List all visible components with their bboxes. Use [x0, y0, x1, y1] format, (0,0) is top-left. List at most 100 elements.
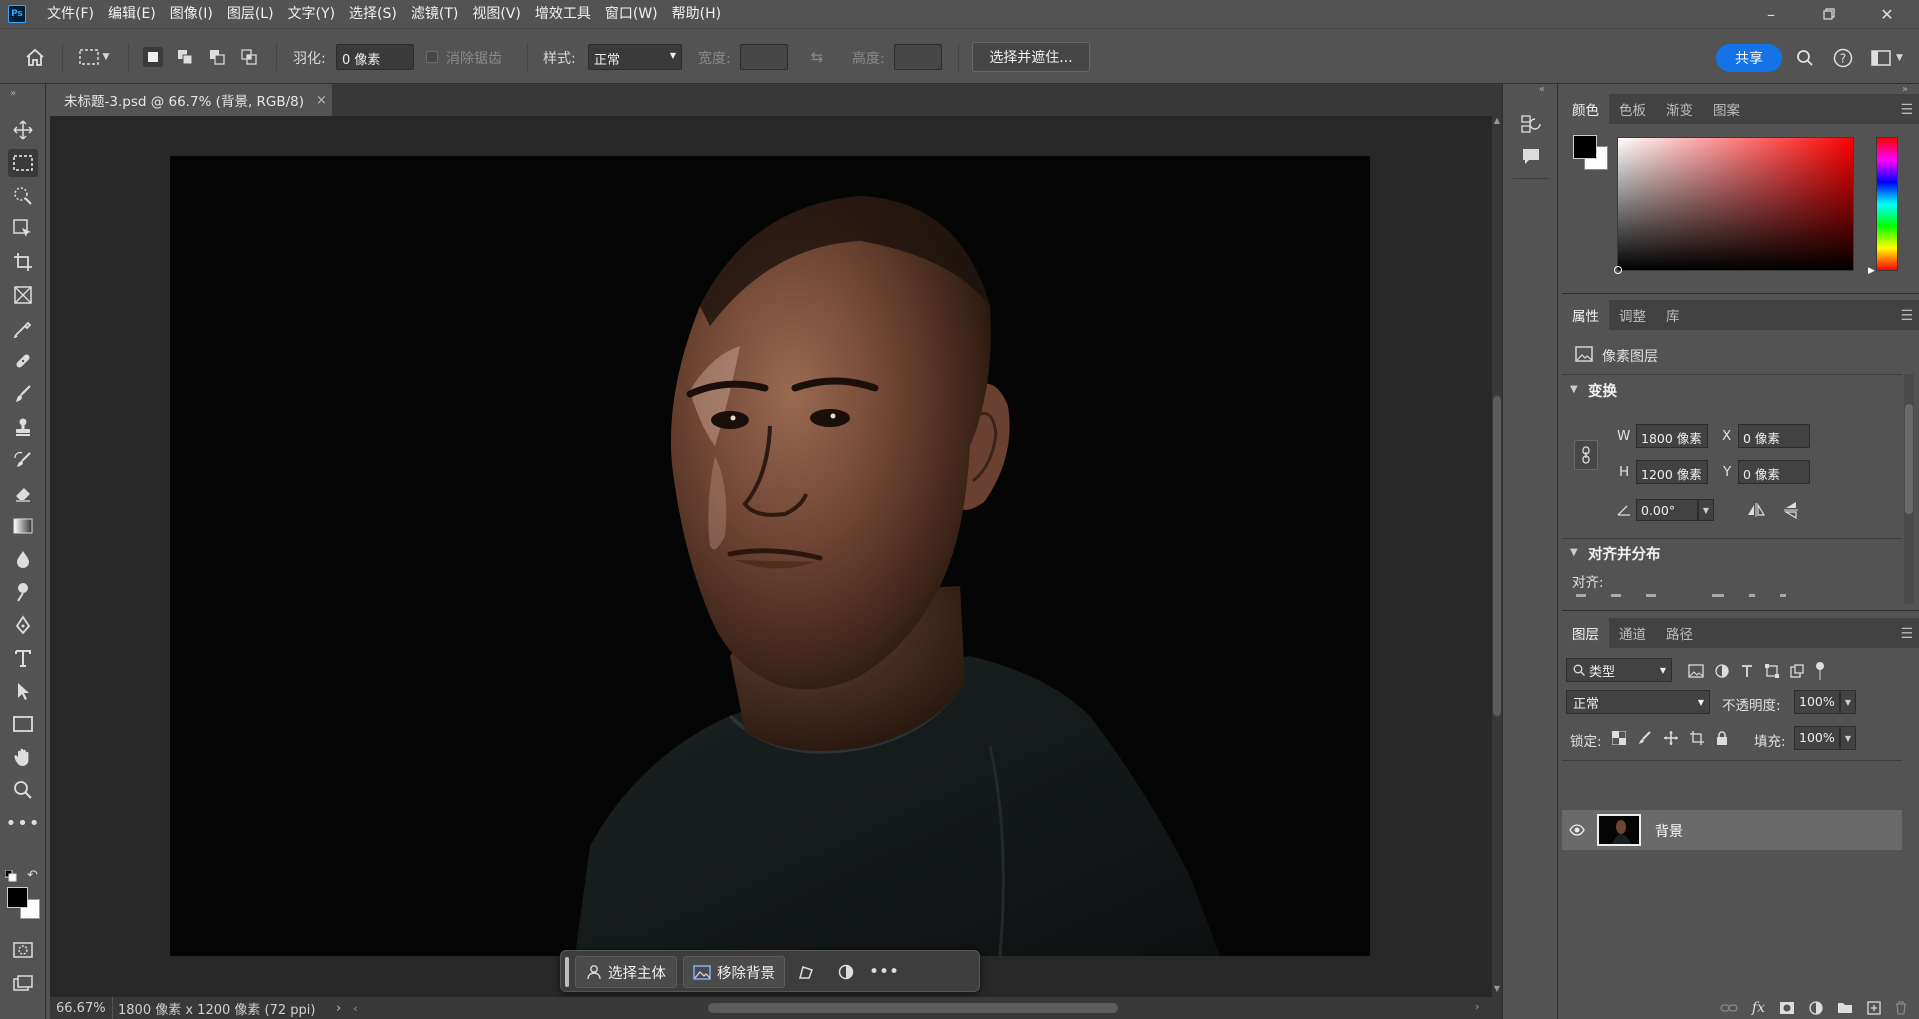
- fill-input[interactable]: 100%: [1794, 726, 1840, 750]
- filter-toggle-icon[interactable]: [1815, 661, 1825, 681]
- zoom-tool[interactable]: [8, 776, 38, 804]
- marquee-preset-picker[interactable]: ▼: [74, 45, 114, 69]
- restore-button[interactable]: [1800, 0, 1858, 28]
- rotation-angle-input[interactable]: 0.00°: [1636, 499, 1698, 521]
- drag-handle[interactable]: [565, 957, 569, 987]
- rectangle-tool[interactable]: [8, 710, 38, 738]
- lock-pixels-icon[interactable]: [1638, 731, 1652, 745]
- dodge-tool[interactable]: [8, 578, 38, 606]
- intersect-selection-button[interactable]: [239, 47, 259, 67]
- menu-filter[interactable]: 滤镜(T): [404, 0, 465, 28]
- fill-dropdown[interactable]: ▼: [1840, 726, 1856, 750]
- eraser-tool[interactable]: [8, 479, 38, 507]
- document-info[interactable]: 1800 像素 x 1200 像素 (72 ppi): [106, 999, 328, 1018]
- scroll-down-icon[interactable]: ▼: [1492, 984, 1502, 993]
- blur-tool[interactable]: [8, 545, 38, 573]
- menu-layer[interactable]: 图层(L): [220, 0, 281, 28]
- remove-background-button[interactable]: 移除背景: [683, 956, 785, 988]
- path-selection-tool[interactable]: [8, 677, 38, 705]
- lock-transparent-icon[interactable]: [1612, 731, 1626, 745]
- object-finder-tool[interactable]: [8, 215, 38, 243]
- properties-scrollbar[interactable]: [1904, 374, 1914, 604]
- layer-filter-select[interactable]: 类型 ▼: [1566, 658, 1672, 682]
- transform-y-input[interactable]: 0 像素: [1738, 460, 1810, 484]
- menu-image[interactable]: 图像(I): [163, 0, 220, 28]
- foreground-color-swatch[interactable]: [7, 887, 28, 908]
- edit-toolbar-button[interactable]: •••: [6, 809, 40, 837]
- menu-select[interactable]: 选择(S): [342, 0, 404, 28]
- filter-smart-object-icon[interactable]: [1790, 664, 1804, 678]
- menu-help[interactable]: 帮助(H): [665, 0, 728, 28]
- angle-dropdown[interactable]: ▼: [1698, 499, 1714, 521]
- link-dimensions-button[interactable]: [1574, 440, 1598, 470]
- vertical-scrollbar[interactable]: ▲ ▼: [1492, 116, 1502, 997]
- feather-input[interactable]: 0 像素: [336, 44, 414, 70]
- hue-slider[interactable]: [1876, 137, 1898, 271]
- antialias-checkbox[interactable]: [426, 51, 438, 63]
- transform-height-input[interactable]: 1200 像素: [1636, 460, 1708, 484]
- collapse-left-icon[interactable]: «: [1539, 84, 1545, 95]
- properties-scroll-thumb[interactable]: [1905, 404, 1913, 514]
- opacity-input[interactable]: 100%: [1794, 690, 1840, 714]
- align-left-icon[interactable]: [1576, 594, 1586, 597]
- tab-swatches[interactable]: 色板: [1609, 94, 1656, 124]
- close-window-button[interactable]: ✕: [1858, 0, 1916, 28]
- select-subject-button[interactable]: 选择主体: [575, 956, 677, 988]
- scroll-right-icon[interactable]: ›: [1475, 1000, 1479, 1013]
- filter-shape-icon[interactable]: [1765, 664, 1779, 678]
- tab-gradients[interactable]: 渐变: [1656, 94, 1703, 124]
- tab-paths[interactable]: 路径: [1656, 618, 1703, 648]
- layer-thumbnail[interactable]: [1597, 814, 1641, 846]
- tab-properties[interactable]: 属性: [1562, 300, 1609, 330]
- healing-brush-tool[interactable]: [8, 347, 38, 375]
- layer-row[interactable]: 背景: [1562, 810, 1902, 850]
- color-picker-handle[interactable]: [1614, 266, 1622, 274]
- align-top-icon[interactable]: [1711, 594, 1724, 597]
- transform-x-input[interactable]: 0 像素: [1738, 424, 1810, 448]
- type-tool[interactable]: [8, 644, 38, 672]
- layer-style-icon[interactable]: fx: [1752, 1000, 1765, 1016]
- new-layer-icon[interactable]: [1867, 1000, 1881, 1015]
- scroll-up-icon[interactable]: ▲: [1492, 116, 1502, 125]
- workspace-switcher[interactable]: ▼: [1868, 47, 1906, 69]
- width-input[interactable]: [740, 44, 788, 70]
- new-selection-button[interactable]: [143, 47, 163, 67]
- new-fill-layer-icon[interactable]: [1809, 1000, 1823, 1015]
- history-brush-tool[interactable]: [8, 446, 38, 474]
- hue-slider-handle[interactable]: ▶: [1868, 266, 1875, 276]
- menu-type[interactable]: 文字(Y): [281, 0, 342, 28]
- chevron-down-icon[interactable]: ▼: [1570, 384, 1578, 395]
- collapse-toolbar-icon[interactable]: »: [10, 88, 16, 99]
- new-group-icon[interactable]: [1837, 1001, 1853, 1014]
- tab-patterns[interactable]: 图案: [1703, 94, 1750, 124]
- more-options-button[interactable]: •••: [869, 956, 899, 988]
- clone-stamp-tool[interactable]: [8, 413, 38, 441]
- panel-foreground-swatch[interactable]: [1573, 135, 1597, 159]
- move-tool[interactable]: [8, 116, 38, 144]
- flip-horizontal-button[interactable]: [1745, 500, 1767, 520]
- layer-visibility-toggle[interactable]: [1568, 822, 1586, 838]
- comments-panel-button[interactable]: [1517, 142, 1545, 170]
- blend-mode-select[interactable]: 正常 ▼: [1566, 690, 1710, 714]
- screen-mode-button[interactable]: [8, 969, 38, 997]
- hand-tool[interactable]: [8, 743, 38, 771]
- object-selection-tool[interactable]: [8, 182, 38, 210]
- quick-mask-button[interactable]: [8, 936, 38, 964]
- tab-channels[interactable]: 通道: [1609, 618, 1656, 648]
- panel-menu-icon[interactable]: ☰: [1900, 308, 1913, 324]
- minimize-button[interactable]: –: [1742, 0, 1800, 28]
- menu-window[interactable]: 窗口(W): [598, 0, 665, 28]
- chevron-down-icon[interactable]: ▼: [1570, 547, 1578, 558]
- frame-tool[interactable]: [8, 281, 38, 309]
- transform-width-input[interactable]: 1800 像素: [1636, 424, 1708, 448]
- tab-libraries[interactable]: 库: [1656, 300, 1690, 330]
- panel-menu-icon[interactable]: ☰: [1900, 626, 1913, 642]
- tab-color[interactable]: 颜色: [1562, 94, 1609, 124]
- transform-selection-button[interactable]: [791, 956, 821, 988]
- flip-vertical-button[interactable]: [1780, 500, 1802, 520]
- document-canvas[interactable]: [170, 156, 1370, 956]
- delete-layer-icon[interactable]: [1895, 1000, 1907, 1015]
- close-tab-icon[interactable]: ×: [316, 93, 327, 108]
- swap-dimensions-button[interactable]: ⇆: [806, 47, 828, 67]
- chevron-right-icon[interactable]: ›: [336, 1001, 341, 1016]
